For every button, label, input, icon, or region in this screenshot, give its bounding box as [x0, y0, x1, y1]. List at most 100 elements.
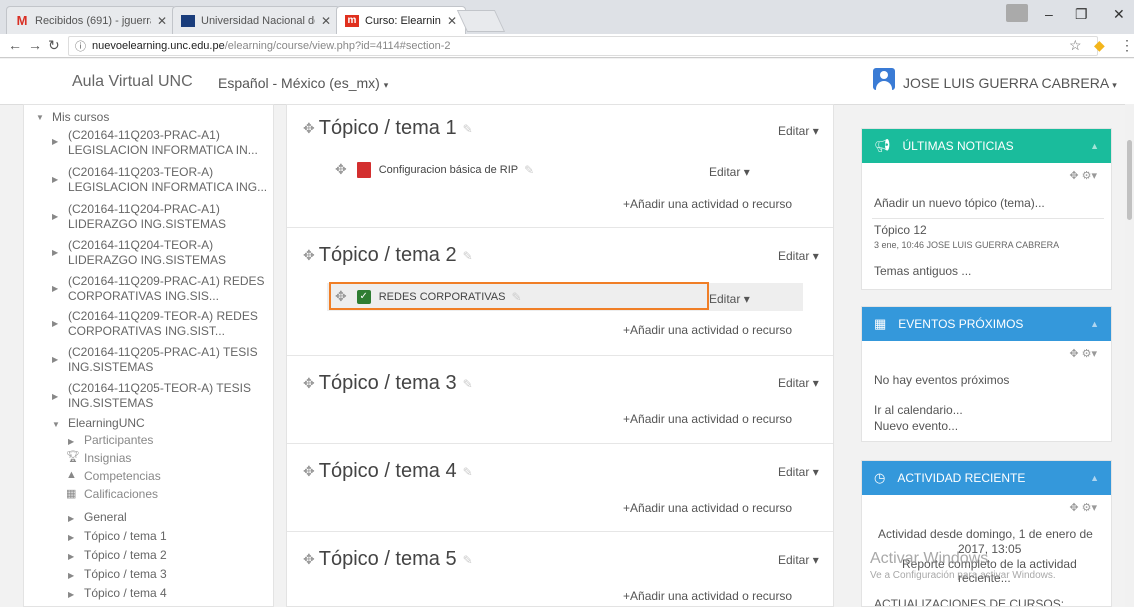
edit-pencil-icon[interactable]: ✎: [463, 122, 473, 136]
nav-course-item[interactable]: LEGISLACION INFORMATICA IN...: [68, 143, 258, 157]
block-controls-icon[interactable]: ✥ ⚙▾: [1069, 347, 1097, 360]
browser-tab-moodle[interactable]: m Curso: ElearningUNC ✕: [336, 6, 466, 34]
calendar-link[interactable]: Ir al calendario...: [874, 403, 963, 417]
nav-course-item[interactable]: (C20164-11Q209-PRAC-A1) REDES: [68, 274, 265, 288]
edit-pencil-icon[interactable]: ✎: [463, 553, 473, 567]
nav-course-item[interactable]: (C20164-11Q204-PRAC-A1): [68, 202, 220, 216]
news-block-header[interactable]: 📢︎ ÚLTIMAS NOTICIAS ▲: [862, 129, 1111, 163]
edit-menu[interactable]: Editar ▾: [778, 249, 819, 263]
move-icon[interactable]: ✥: [303, 375, 315, 392]
events-block-header[interactable]: ▦ EVENTOS PRÓXIMOS ▲: [862, 307, 1111, 341]
nav-course-item[interactable]: LIDERAZGO ING.SISTEMAS: [68, 217, 226, 231]
edit-menu[interactable]: Editar ▾: [778, 376, 819, 390]
add-news-topic-link[interactable]: Añadir un nuevo tópico (tema)...: [874, 196, 1045, 210]
new-event-link[interactable]: Nuevo evento...: [874, 419, 958, 433]
move-icon[interactable]: ✥: [335, 161, 347, 178]
activity-redes-corporativas[interactable]: ✥ ✓ REDES CORPORATIVAS ✎: [335, 288, 522, 305]
nav-course-item[interactable]: CORPORATIVAS ING.SIS...: [68, 289, 219, 303]
move-icon[interactable]: ✥: [303, 247, 315, 264]
collapse-icon[interactable]: ▲: [1090, 319, 1099, 329]
scrollbar-thumb[interactable]: [1127, 140, 1132, 220]
url-input[interactable]: ⓘ nuevoelearning.unc.edu.pe/elearning/co…: [68, 36, 1098, 56]
user-name: JOSE LUIS GUERRA CABRERA: [903, 75, 1109, 91]
minimize-icon[interactable]: –: [1045, 6, 1053, 22]
nav-course-item[interactable]: ING.SISTEMAS: [68, 360, 153, 374]
move-icon[interactable]: ✥: [303, 120, 315, 137]
edit-pencil-icon[interactable]: ✎: [463, 377, 473, 391]
nav-course-item[interactable]: (C20164-11Q209-TEOR-A) REDES: [68, 309, 258, 323]
move-icon[interactable]: ✥: [303, 463, 315, 480]
block-controls-icon[interactable]: ✥ ⚙▾: [1069, 501, 1097, 514]
nav-course-item[interactable]: CORPORATIVAS ING.SIST...: [68, 324, 225, 338]
collapse-icon[interactable]: ▲: [1090, 141, 1099, 151]
nav-competencias[interactable]: Competencias: [84, 469, 161, 483]
recent-activity-block-header[interactable]: ◷ ACTIVIDAD RECIENTE ▲: [862, 461, 1111, 495]
events-block: ▦ EVENTOS PRÓXIMOS ▲ ✥ ⚙▾ No hay eventos…: [861, 306, 1112, 442]
collapse-icon[interactable]: ▲: [1090, 473, 1099, 483]
nav-participantes[interactable]: Participantes: [84, 433, 153, 447]
edit-menu[interactable]: Editar ▾: [778, 124, 819, 138]
news-post-title[interactable]: Tópico 12: [874, 223, 927, 237]
move-icon[interactable]: ✥: [303, 551, 315, 568]
activity-name[interactable]: REDES CORPORATIVAS: [379, 291, 506, 303]
language-menu[interactable]: Español - México (es_mx) ▾: [218, 75, 388, 91]
activity-configuracion-rip[interactable]: ✥ Configuracion básica de RIP ✎: [335, 161, 534, 178]
nav-current-course[interactable]: ElearningUNC: [68, 416, 145, 430]
edit-menu[interactable]: Editar ▾: [709, 165, 750, 179]
nav-course-item[interactable]: LIDERAZGO ING.SISTEMAS: [68, 253, 226, 267]
add-activity-link[interactable]: +Añadir una actividad o recurso: [623, 412, 792, 426]
edit-pencil-icon[interactable]: ✎: [463, 465, 473, 479]
maximize-icon[interactable]: ❐: [1075, 6, 1088, 23]
plus-icon: +: [623, 323, 631, 337]
back-icon[interactable]: ←: [8, 37, 22, 53]
profile-icon[interactable]: [1006, 4, 1028, 22]
bookmark-star-icon[interactable]: ☆: [1069, 37, 1082, 54]
edit-menu[interactable]: Editar ▾: [709, 292, 750, 306]
reload-icon[interactable]: ↻: [48, 37, 60, 54]
collapsed-arrow-icon: ▶: [68, 437, 75, 446]
extension-icon[interactable]: ◆: [1094, 37, 1105, 54]
close-tab-icon[interactable]: ✕: [157, 14, 167, 28]
nav-mis-cursos[interactable]: Mis cursos: [52, 110, 109, 124]
course-content: ✥ Tópico / tema 1 ✎ Editar ▾ ✥ Configura…: [286, 104, 834, 607]
nav-insignias[interactable]: Insignias: [84, 451, 131, 465]
nav-topic-item[interactable]: Tópico / tema 3: [84, 567, 167, 581]
nav-topic-item[interactable]: Tópico / tema 2: [84, 548, 167, 562]
nav-course-item[interactable]: (C20164-11Q204-TEOR-A): [68, 238, 213, 252]
close-tab-icon[interactable]: ✕: [321, 14, 331, 28]
add-activity-link[interactable]: +Añadir una actividad o recurso: [623, 323, 792, 337]
site-name-link[interactable]: Aula Virtual UNC: [72, 73, 193, 91]
nav-general[interactable]: General: [84, 510, 127, 524]
add-activity-label: Añadir una actividad o recurso: [630, 589, 793, 603]
edit-menu[interactable]: Editar ▾: [778, 553, 819, 567]
nav-course-item[interactable]: (C20164-11Q205-PRAC-A1) TESIS: [68, 345, 258, 359]
info-icon[interactable]: ⓘ: [75, 38, 86, 54]
nav-course-item[interactable]: LEGISLACION INFORMATICA ING...: [68, 180, 267, 194]
user-menu[interactable]: JOSE LUIS GUERRA CABRERA ▾: [903, 75, 1117, 91]
older-topics-link[interactable]: Temas antiguos ...: [874, 264, 971, 278]
edit-menu[interactable]: Editar ▾: [778, 465, 819, 479]
activity-name[interactable]: Configuracion básica de RIP: [379, 164, 518, 176]
nav-course-item[interactable]: (C20164-11Q203-TEOR-A): [68, 165, 213, 179]
edit-pencil-icon[interactable]: ✎: [511, 290, 521, 304]
close-window-icon[interactable]: ✕: [1113, 6, 1125, 23]
nav-course-item[interactable]: ING.SISTEMAS: [68, 396, 153, 410]
nav-topic-item[interactable]: Tópico / tema 1: [84, 529, 167, 543]
nav-topic-item[interactable]: Tópico / tema 4: [84, 586, 167, 600]
edit-pencil-icon[interactable]: ✎: [463, 249, 473, 263]
browser-tab-gmail[interactable]: M Recibidos (691) - jguerra ✕: [6, 6, 176, 34]
close-tab-icon[interactable]: ✕: [447, 14, 457, 28]
menu-icon[interactable]: ⋮: [1120, 37, 1134, 54]
forward-icon[interactable]: →: [28, 37, 42, 53]
move-icon[interactable]: ✥: [335, 288, 347, 305]
block-controls-icon[interactable]: ✥ ⚙▾: [1069, 169, 1097, 182]
add-activity-link[interactable]: +Añadir una actividad o recurso: [623, 589, 792, 603]
nav-course-item[interactable]: (C20164-11Q205-TEOR-A) TESIS: [68, 381, 251, 395]
user-avatar[interactable]: [873, 68, 895, 90]
browser-tab-unc[interactable]: Universidad Nacional de ✕: [172, 6, 340, 34]
edit-pencil-icon[interactable]: ✎: [524, 163, 534, 177]
nav-calificaciones[interactable]: Calificaciones: [84, 487, 158, 501]
add-activity-link[interactable]: +Añadir una actividad o recurso: [623, 197, 792, 211]
nav-course-item[interactable]: (C20164-11Q203-PRAC-A1): [68, 128, 220, 142]
add-activity-link[interactable]: +Añadir una actividad o recurso: [623, 501, 792, 515]
